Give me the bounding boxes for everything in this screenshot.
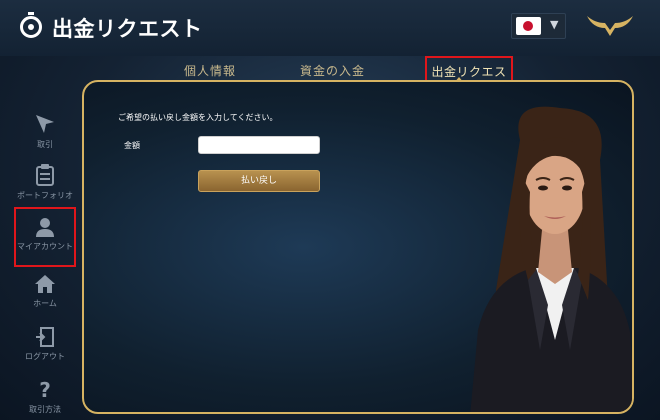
withdrawal-instruction: ご希望の払い戻し金額を入力してください。 [118,113,278,122]
language-select[interactable]: ▼ [511,13,566,39]
amount-input[interactable] [198,136,320,154]
amount-label: 金額 [124,141,140,150]
sidebar-item-how-to-trade[interactable]: ? 取引方法 [14,380,76,415]
japan-flag-icon [516,17,541,35]
tab-personal-info[interactable]: 個人情報 [184,62,236,79]
withdrawal-panel: ご希望の払い戻し金額を入力してください。 金額 払い戻し [82,80,634,414]
sidebar-item-label: ポートフォリオ [17,191,73,200]
clipboard-icon [36,164,54,186]
cursor-icon [36,115,54,133]
sidebar-item-label: ログアウト [25,352,65,361]
sidebar-item-my-account[interactable]: マイアカウント [14,207,76,267]
withdraw-button[interactable]: 払い戻し [198,170,320,192]
page-title: 出金リクエスト [52,17,203,41]
svg-text:?: ? [39,380,51,400]
caret-down-icon: ▼ [550,18,559,31]
sidebar-item-label: マイアカウント [17,242,73,251]
stopwatch-icon [20,12,42,38]
sidebar-item-logout[interactable]: ログアウト [14,327,76,362]
sidebar-item-label: 取引方法 [29,405,61,414]
sidebar-item-portfolio[interactable]: ポートフォリオ [14,164,76,201]
home-icon [35,275,55,293]
bull-horns-logo [587,16,633,36]
sidebar-item-label: ホーム [33,299,57,308]
sidebar-item-trade[interactable]: 取引 [14,113,76,150]
tab-deposit[interactable]: 資金の入金 [300,62,365,79]
question-icon: ? [39,380,51,400]
sidebar-item-home[interactable]: ホーム [14,274,76,309]
user-icon [36,218,54,237]
model-photo [470,106,632,412]
sidebar-item-label: 取引 [37,140,53,149]
top-header: 出金リクエスト ▼ [0,0,660,56]
logout-icon [36,327,54,347]
